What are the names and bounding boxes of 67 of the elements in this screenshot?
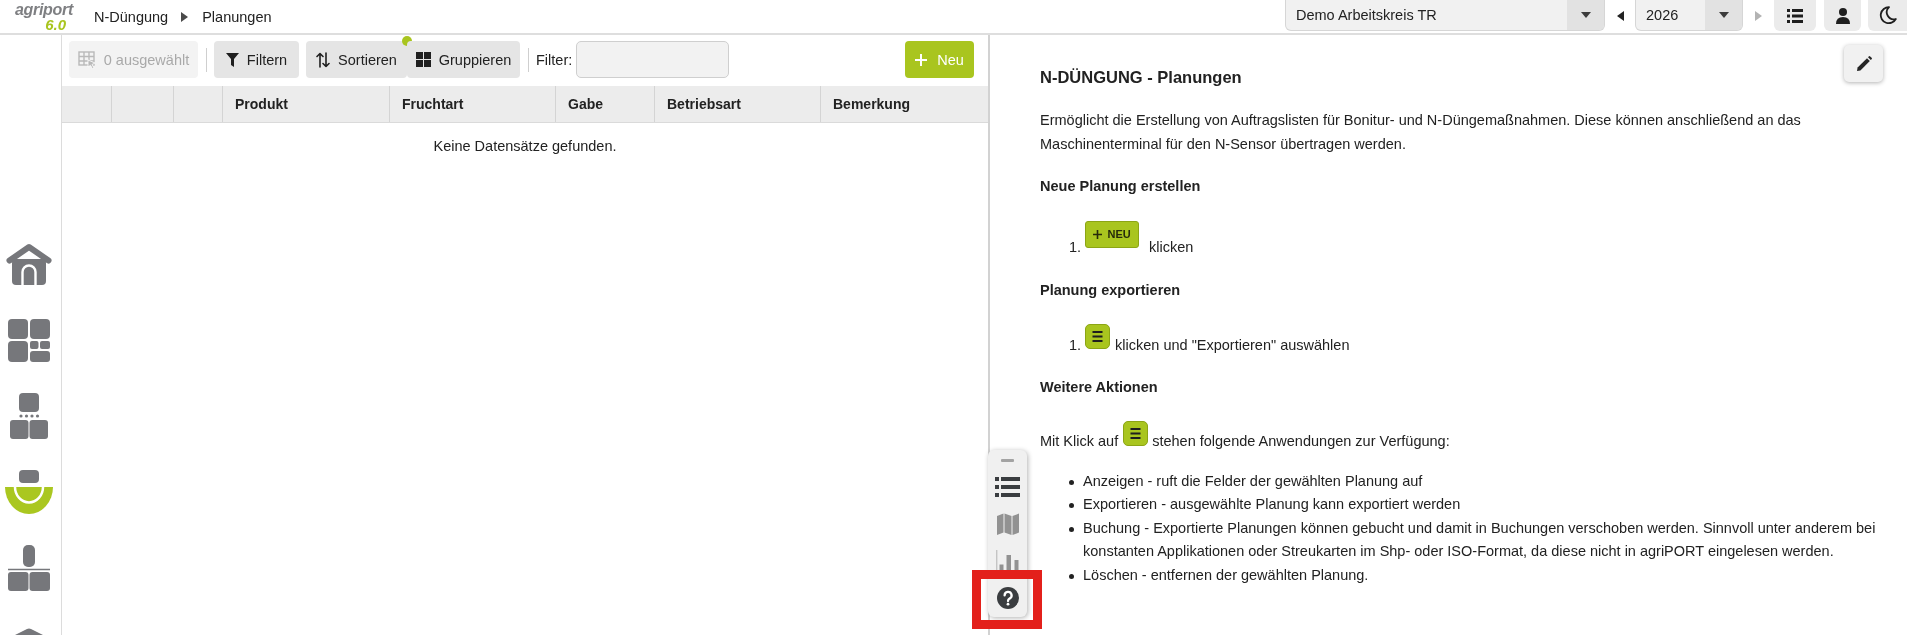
bullet-icon (1069, 503, 1074, 508)
breadcrumb-item: Planungen (202, 8, 272, 25)
group-button[interactable]: Gruppieren (407, 41, 520, 78)
triangle-right-icon (181, 11, 189, 22)
map-icon[interactable] (996, 513, 1019, 535)
roof-icon[interactable] (15, 628, 43, 635)
year-select[interactable]: 2026 (1635, 0, 1743, 31)
caret-down-icon (1718, 12, 1729, 18)
help-title: N-DÜNGUNG - Planungen (1040, 67, 1243, 88)
four-squares-icon (415, 52, 431, 67)
plus-icon (915, 53, 928, 66)
filter-input[interactable] (576, 41, 730, 78)
help-icon[interactable] (996, 587, 1019, 609)
person-icon (1835, 7, 1850, 24)
theme-button[interactable] (1868, 0, 1907, 31)
bullet-text: Löschen - entfernen der gewählten Planung. (1083, 565, 1369, 585)
bullet-icon (1069, 526, 1074, 532)
section-heading: Neue Planung erstellen (1040, 177, 1202, 196)
breadcrumb-item[interactable]: N-Düngung (94, 8, 169, 25)
bullet-icon (1069, 573, 1074, 579)
menu-icon (1085, 324, 1111, 349)
lead-text: Mit Klick auf (1040, 432, 1119, 451)
moon-icon (1878, 6, 1897, 25)
sort-button[interactable]: Sortieren (306, 41, 407, 78)
drag-handle-icon[interactable] (1001, 459, 1014, 462)
filter-button[interactable]: Filtern (214, 41, 299, 78)
column-header[interactable]: Fruchtart (390, 86, 556, 122)
bar-chart-icon[interactable] (996, 550, 1019, 572)
filter-icon (225, 52, 239, 67)
caption-text: NEU (1107, 228, 1131, 240)
step-text: klicken (1149, 238, 1194, 257)
house-icon[interactable] (6, 243, 52, 285)
bullet-text: Anzeigen - ruft die Felder der gewählten Planung auf (1083, 471, 1423, 491)
help-intro: Ermöglicht die Erstellung von Auftragslisten für Bonitur- und N-Düngemaßnahmen. Diese können anschließend an das Maschinenterminal für den N-Sensor übertragen werden. (1040, 111, 1802, 154)
list-icon (1787, 8, 1803, 23)
lead-text: stehen folgende Anwendungen zur Verfügung: (1152, 432, 1450, 451)
column-header[interactable]: Betriebsart (655, 86, 821, 122)
plus-icon (1093, 229, 1103, 239)
caret-down-icon (1580, 12, 1591, 18)
user-button[interactable] (1824, 0, 1861, 31)
step-number: 1. (1069, 238, 1082, 257)
bullet-icon (1069, 479, 1074, 485)
menu-icon (1123, 420, 1149, 446)
step-number: 1. (1069, 335, 1082, 355)
four-tiles-icon[interactable] (8, 318, 50, 362)
list-button[interactable] (1774, 0, 1816, 31)
edit-button[interactable] (1844, 45, 1883, 82)
stacked-blocks-icon[interactable] (10, 393, 48, 439)
bullet-text: Exportieren - ausgewählte Planung kann exportiert werden (1083, 495, 1461, 514)
filter-label: Filter: (536, 51, 573, 68)
logo-version: 6.0 (45, 18, 66, 31)
list-icon[interactable] (995, 477, 1020, 497)
column-header[interactable]: Gabe (556, 86, 655, 122)
column-header[interactable]: Bemerkung (821, 86, 988, 122)
pencil-icon (1855, 55, 1872, 72)
organization-select[interactable]: Demo Arbeitskreis TR (1285, 0, 1605, 31)
bullet-text: Buchung - Exportierte Planungen können gebucht und damit in Buchungen verschoben werden. Sinnvoll unter anderem bei konstanten Applikationen oder Streukarten im Shp- oder ISO-Format, da diese nicht in agriPORT eingelesen werden. (1083, 518, 1877, 561)
section-heading: Planung exportieren (1040, 280, 1182, 300)
table-select-icon (77, 50, 96, 69)
bowl-icon[interactable] (5, 470, 53, 514)
sort-arrows-icon (316, 51, 331, 68)
logo-wordmark: agriport (14, 1, 73, 18)
pillar-blocks-icon[interactable] (8, 545, 50, 591)
section-heading: Weitere Aktionen (1040, 378, 1159, 397)
step-text: klicken und "Exportieren" auswählen (1115, 335, 1350, 355)
empty-message: Keine Datensätze gefunden. (433, 137, 617, 154)
column-header[interactable]: Produkt (223, 86, 390, 122)
